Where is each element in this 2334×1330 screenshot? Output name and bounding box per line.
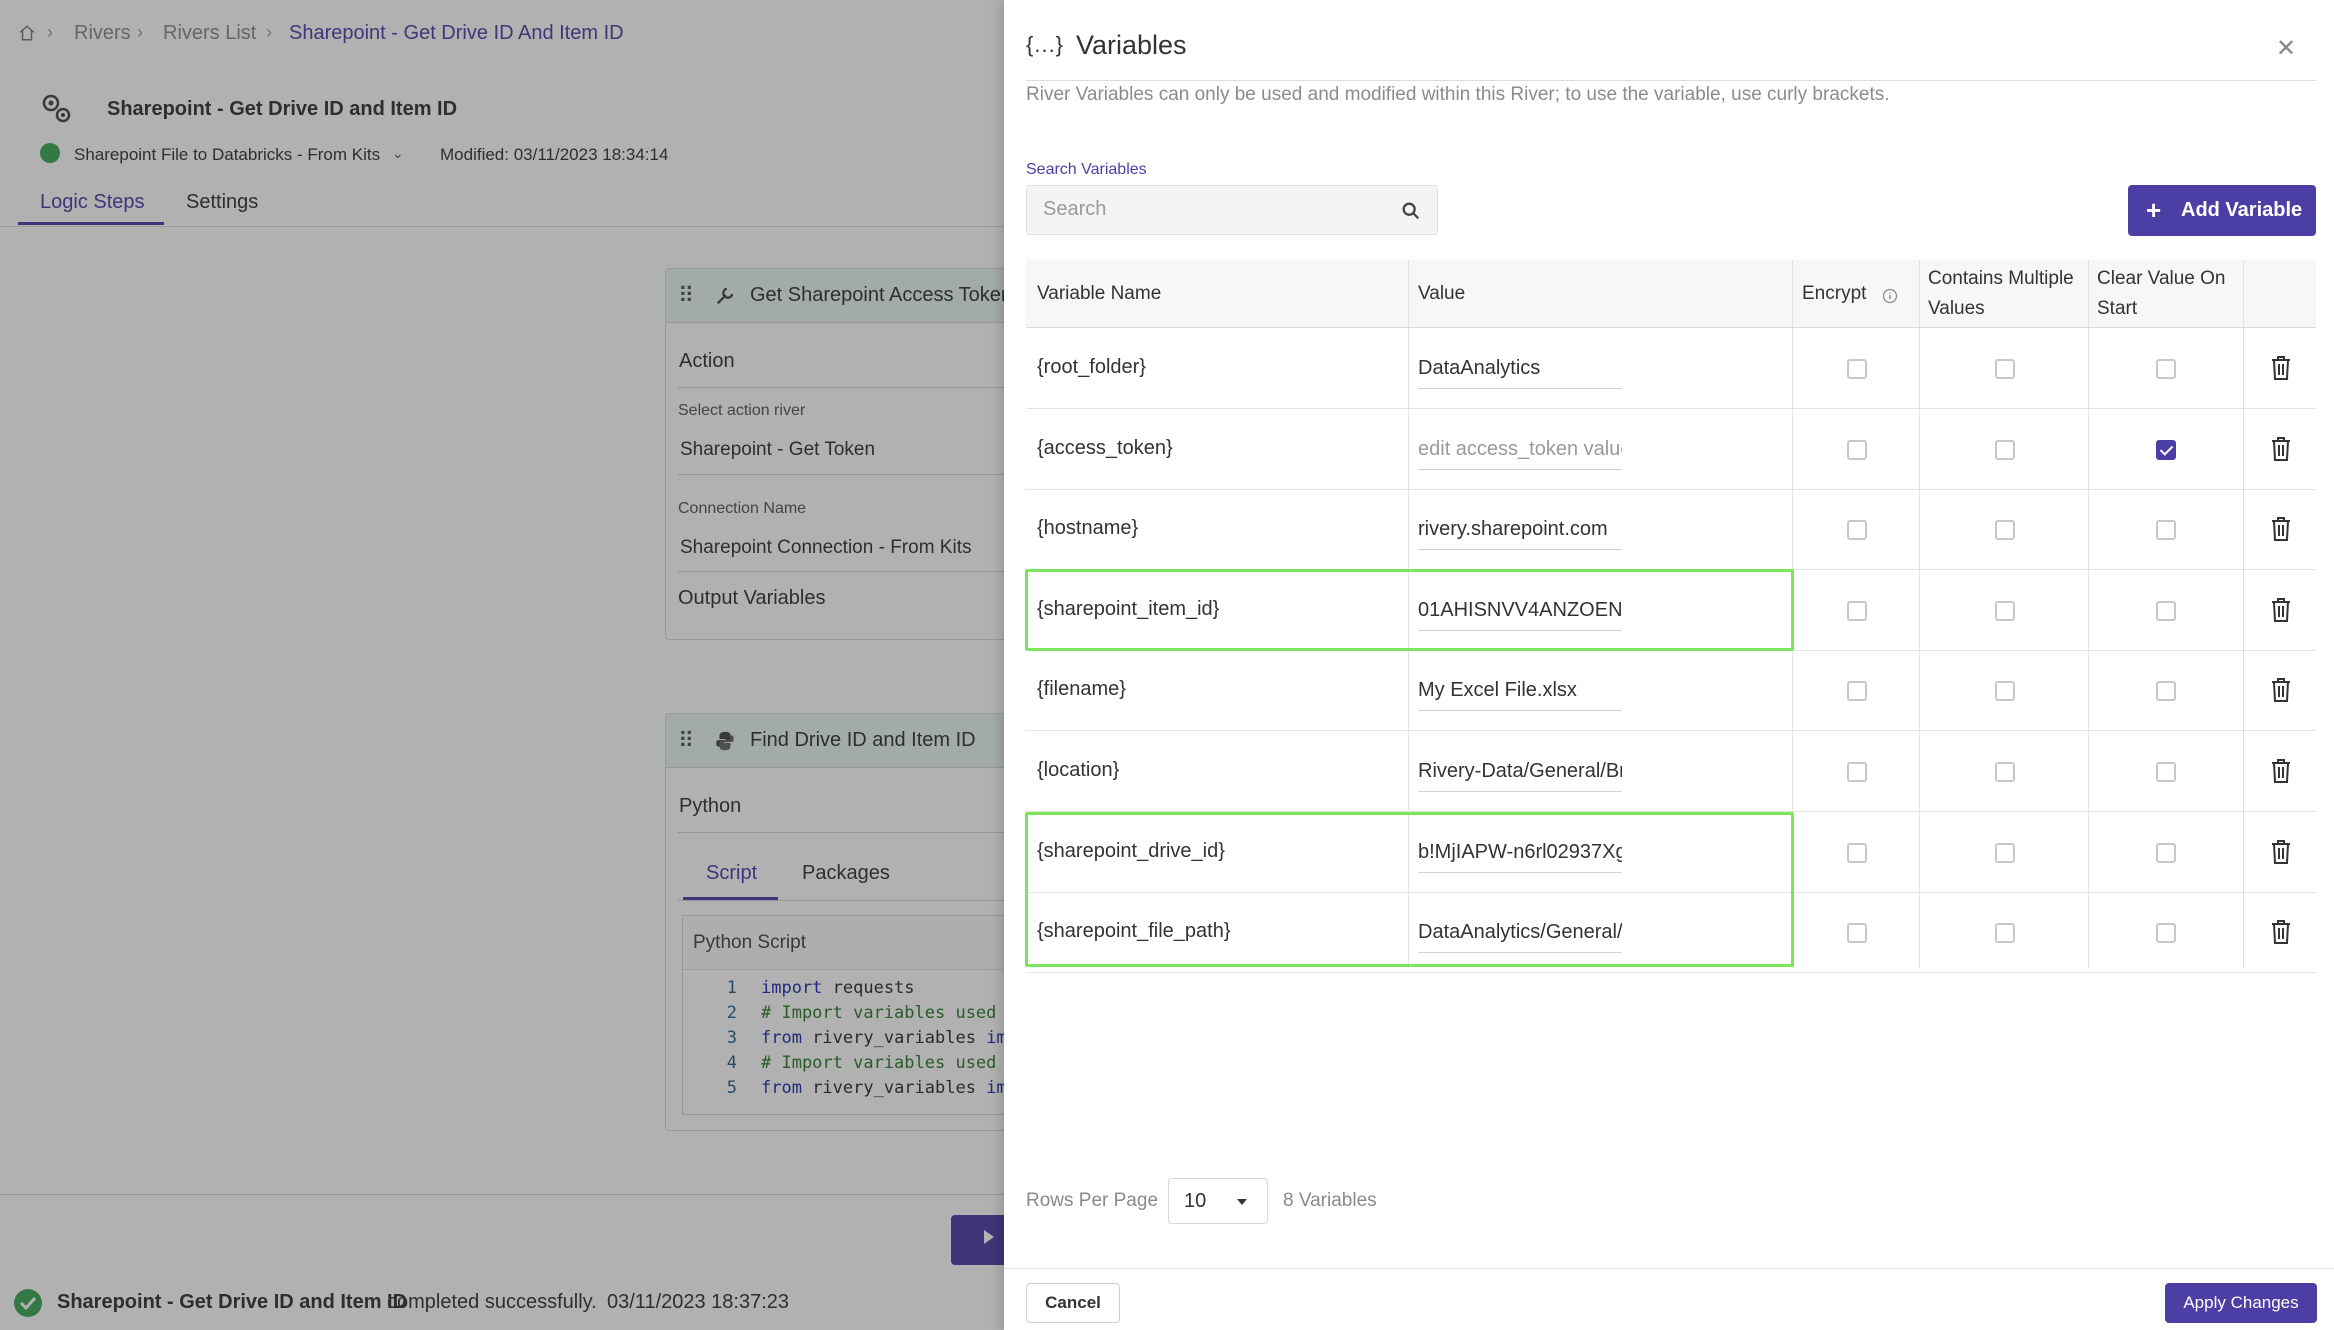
contains-multiple-values-checkbox[interactable]: [1995, 439, 2015, 460]
encrypt-checkbox[interactable]: [1847, 923, 1867, 944]
table-row: {sharepoint_file_path}: [1026, 893, 2316, 974]
contains-multiple-values-checkbox[interactable]: [1995, 923, 2015, 944]
table-row: {root_folder}: [1026, 329, 2316, 409]
table-row: {location}: [1026, 732, 2316, 812]
contains-multiple-values-checkbox[interactable]: [1995, 762, 2015, 782]
contains-multiple-values-checkbox[interactable]: [1995, 681, 2015, 702]
trash-icon[interactable]: [2270, 839, 2292, 865]
encrypt-checkbox[interactable]: [1847, 681, 1867, 702]
variable-name: {hostname}: [1037, 517, 1139, 540]
encrypt-checkbox[interactable]: [1847, 520, 1867, 541]
variable-value-input[interactable]: [1418, 832, 1622, 873]
caret-down-icon: [1237, 1199, 1247, 1205]
rows-per-page-select[interactable]: 10: [1168, 1178, 1268, 1224]
column-header-value: Value: [1418, 283, 1466, 304]
clear-value-on-start-checkbox[interactable]: [2156, 681, 2176, 702]
contains-multiple-values-checkbox[interactable]: [1995, 600, 2015, 621]
close-icon[interactable]: ✕: [2276, 34, 2296, 63]
clear-value-on-start-checkbox[interactable]: [2156, 439, 2176, 460]
column-header-variable-name: Variable Name: [1037, 283, 1162, 304]
rows-per-page-value: 10: [1184, 1190, 1207, 1212]
variable-value-input[interactable]: [1418, 590, 1622, 631]
drawer-title: Variables: [1076, 30, 1187, 60]
search-icon[interactable]: [1400, 200, 1422, 222]
encrypt-checkbox[interactable]: [1847, 842, 1867, 863]
clear-value-on-start-checkbox[interactable]: [2156, 923, 2176, 944]
variable-name: {location}: [1037, 759, 1120, 781]
column-separator: [1919, 260, 1920, 968]
variable-value-input[interactable]: [1418, 671, 1622, 712]
clear-value-on-start-checkbox[interactable]: [2156, 842, 2176, 863]
add-variable-label: Add Variable: [2181, 199, 2303, 221]
trash-icon[interactable]: [2270, 677, 2292, 703]
variable-value-input[interactable]: [1418, 510, 1622, 551]
cancel-button[interactable]: Cancel: [1026, 1283, 1120, 1323]
trash-icon[interactable]: [2270, 516, 2292, 542]
rows-per-page-label: Rows Per Page: [1026, 1190, 1159, 1211]
trash-icon[interactable]: [2270, 436, 2292, 462]
drawer-description: River Variables can only be used and mod…: [1026, 84, 1890, 105]
divider: [1004, 1268, 2334, 1269]
search-box[interactable]: [1026, 185, 1438, 235]
variables-drawer: {...} Variables ✕ River Variables can on…: [1004, 0, 2334, 1330]
encrypt-checkbox[interactable]: [1847, 439, 1867, 460]
search-input[interactable]: [1043, 198, 1373, 221]
encrypt-checkbox[interactable]: [1847, 762, 1867, 782]
column-header-contains-multiple-values: Contains Multiple Values: [1928, 268, 2074, 319]
column-separator: [2088, 260, 2089, 968]
variable-name: {sharepoint_item_id}: [1037, 597, 1220, 620]
trash-icon[interactable]: [2270, 758, 2292, 784]
contains-multiple-values-checkbox[interactable]: [1995, 359, 2015, 379]
table-header: Variable Name Value Encrypt Contains Mul…: [1026, 260, 2316, 328]
column-separator: [1792, 260, 1793, 968]
contains-multiple-values-checkbox[interactable]: [1995, 842, 2015, 863]
trash-icon[interactable]: [2270, 597, 2292, 623]
variable-value-input[interactable]: [1418, 429, 1622, 470]
column-separator: [2243, 260, 2244, 968]
river-page: › Rivers › Rivers List › Sharepoint - Ge…: [0, 0, 1004, 1330]
encrypt-checkbox[interactable]: [1847, 600, 1867, 621]
modal-overlay[interactable]: [0, 0, 1004, 1330]
contains-multiple-values-checkbox[interactable]: [1995, 520, 2015, 541]
variable-name: {access_token}: [1037, 436, 1173, 459]
variable-value-input[interactable]: [1418, 349, 1622, 389]
variables-count: 8 Variables: [1283, 1190, 1377, 1211]
encrypt-checkbox[interactable]: [1847, 359, 1867, 379]
column-separator: [1408, 260, 1409, 968]
plus-icon: +: [2146, 195, 2162, 225]
info-icon[interactable]: [1882, 288, 1898, 304]
table-row: {filename}: [1026, 651, 2316, 732]
clear-value-on-start-checkbox[interactable]: [2156, 359, 2176, 379]
trash-icon[interactable]: [2270, 919, 2292, 945]
column-header-encrypt: Encrypt: [1802, 283, 1867, 304]
variable-name: {filename}: [1037, 678, 1126, 701]
clear-value-on-start-checkbox[interactable]: [2156, 600, 2176, 621]
table-row: {access_token}: [1026, 410, 2316, 490]
variable-name: {root_folder}: [1037, 356, 1146, 378]
apply-changes-button[interactable]: Apply Changes: [2165, 1283, 2317, 1323]
variable-value-input[interactable]: [1418, 752, 1622, 792]
variable-value-input[interactable]: [1418, 913, 1622, 954]
table-row: {hostname}: [1026, 490, 2316, 571]
variable-name: {sharepoint_file_path}: [1037, 920, 1231, 943]
add-variable-button[interactable]: + Add Variable: [2128, 185, 2316, 236]
search-label: Search Variables: [1026, 161, 1147, 178]
clear-value-on-start-checkbox[interactable]: [2156, 762, 2176, 782]
column-header-clear-value-on-start: Clear Value On Start: [2097, 268, 2226, 319]
divider: [1026, 80, 2316, 81]
variables-icon: {...}: [1026, 32, 1065, 57]
table-row: {sharepoint_item_id}: [1026, 571, 2316, 651]
variable-name: {sharepoint_drive_id}: [1037, 839, 1225, 862]
table-row: {sharepoint_drive_id}: [1026, 813, 2316, 893]
trash-icon[interactable]: [2270, 355, 2292, 381]
clear-value-on-start-checkbox[interactable]: [2156, 520, 2176, 541]
